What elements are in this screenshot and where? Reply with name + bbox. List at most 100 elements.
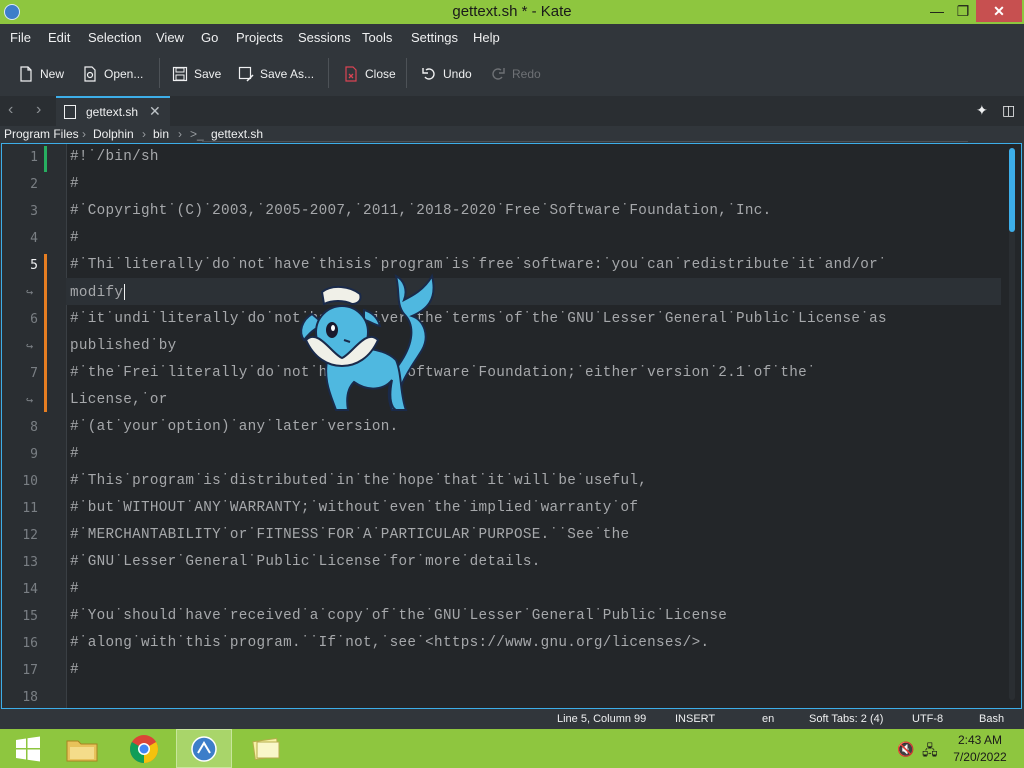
title-bar: gettext.sh * - Kate — ❐ ✕ — [0, 0, 1024, 24]
line-number: 1 — [30, 150, 38, 165]
code-line: #˙the˙Frei˙literally˙do˙not˙have˙ise˙Sof… — [70, 365, 816, 381]
window-title: gettext.sh * - Kate — [452, 3, 572, 20]
breadcrumb-program-files[interactable]: Program Files — [4, 127, 79, 141]
tab-bar: ‹ › gettext.sh ✕ ✦ ◫ — [0, 96, 1024, 126]
menu-go[interactable]: Go — [201, 30, 218, 45]
save-icon — [172, 66, 188, 82]
line-number: 14 — [22, 582, 38, 597]
volume-muted-icon[interactable]: 🔇 — [897, 741, 914, 758]
save-as-button[interactable]: Save As... — [238, 63, 314, 85]
taskbar-file-explorer[interactable] — [54, 729, 110, 768]
code-line: #˙along˙with˙this˙program.˙˙If˙not,˙see˙… — [70, 635, 710, 651]
menu-selection[interactable]: Selection — [88, 30, 141, 45]
code-line: # — [70, 662, 79, 678]
menu-projects[interactable]: Projects — [236, 30, 283, 45]
taskbar: 🔇 🖧 2:43 AM 7/20/2022 — [0, 729, 1024, 768]
toolbar-separator — [328, 58, 329, 88]
undo-icon — [422, 68, 435, 80]
windows-logo-icon — [16, 736, 40, 761]
clock-date[interactable]: 7/20/2022 — [950, 750, 1010, 764]
toolbar-separator — [406, 58, 407, 88]
save-button[interactable]: Save — [172, 63, 221, 85]
menu-settings[interactable]: Settings — [411, 30, 458, 45]
breadcrumb-divider — [202, 141, 968, 142]
line-number: 4 — [30, 231, 38, 246]
saved-line-marker — [44, 146, 47, 172]
document-icon — [64, 105, 76, 119]
menu-edit[interactable]: Edit — [48, 30, 70, 45]
save-as-label: Save As... — [260, 67, 315, 81]
menu-file[interactable]: File — [10, 30, 31, 45]
close-label: Close — [365, 67, 396, 81]
split-view-icon[interactable]: ◫ — [1002, 102, 1015, 119]
breadcrumb-bin[interactable]: bin — [153, 127, 169, 141]
cursor-position[interactable]: Line 5, Column 99 — [557, 713, 646, 725]
open-label: Open... — [104, 67, 144, 81]
menu-tools[interactable]: Tools — [362, 30, 392, 45]
new-label: New — [40, 67, 65, 81]
dictionary-language[interactable]: en — [762, 713, 774, 725]
code-line: #˙MERCHANTABILITY˙or˙FITNESS˙FOR˙A˙PARTI… — [70, 527, 630, 543]
code-line: #˙but˙WITHOUT˙ANY˙WARRANTY;˙without˙even… — [70, 500, 639, 516]
main-toolbar: New Open... Save Save As... Close Undo R… — [0, 50, 1024, 97]
breadcrumb-separator: › — [142, 127, 146, 141]
scrollbar-thumb[interactable] — [1009, 148, 1015, 232]
new-button[interactable]: New — [18, 63, 64, 85]
code-line-current: modify — [70, 284, 126, 301]
wrap-indicator: ↪ — [26, 393, 34, 407]
breadcrumb-gettext-sh[interactable]: gettext.sh — [211, 127, 263, 141]
taskbar-kate[interactable] — [176, 729, 232, 768]
line-number: 7 — [30, 366, 38, 381]
menu-sessions[interactable]: Sessions — [298, 30, 351, 45]
chrome-icon — [130, 734, 158, 763]
clock-time[interactable]: 2:43 AM — [950, 733, 1010, 747]
chevron-right-icon[interactable]: › — [36, 101, 41, 119]
minimize-button[interactable]: — — [922, 0, 952, 22]
chevron-left-icon[interactable]: ‹ — [8, 101, 13, 119]
breadcrumb-dolphin[interactable]: Dolphin — [93, 127, 134, 141]
line-number: 15 — [22, 609, 38, 624]
code-line: # — [70, 446, 79, 462]
start-button[interactable] — [0, 729, 56, 768]
code-line: #˙(at˙your˙option)˙any˙later˙version. — [70, 419, 399, 435]
redo-icon — [492, 68, 505, 80]
network-icon[interactable]: 🖧 — [922, 740, 938, 764]
close-window-button[interactable]: ✕ — [976, 0, 1022, 22]
input-mode[interactable]: INSERT — [675, 713, 715, 725]
tab-close-icon[interactable]: ✕ — [149, 103, 161, 120]
code-line-text: modify — [70, 284, 124, 301]
indentation-settings[interactable]: Soft Tabs: 2 (4) — [809, 713, 883, 725]
terminal-file-icon: >_ — [190, 127, 204, 141]
menu-view[interactable]: View — [156, 30, 184, 45]
taskbar-sticky-notes[interactable] — [238, 729, 294, 768]
line-number: 13 — [22, 555, 38, 570]
file-encoding[interactable]: UTF-8 — [912, 713, 943, 725]
syntax-mode[interactable]: Bash — [979, 713, 1004, 725]
toolbar-separator — [159, 58, 160, 88]
code-line: published˙by — [70, 338, 177, 354]
line-number: 12 — [22, 528, 38, 543]
code-line: #˙Copyright˙(C)˙2003,˙2005-2007,˙2011,˙2… — [70, 203, 772, 219]
line-number: 6 — [30, 312, 38, 327]
line-number: 3 — [30, 204, 38, 219]
code-line: #!˙/bin/sh — [70, 149, 159, 165]
tab-gettext-sh[interactable]: gettext.sh ✕ — [56, 96, 170, 126]
taskbar-chrome[interactable] — [116, 729, 172, 768]
undo-button[interactable]: Undo — [421, 63, 472, 85]
menu-help[interactable]: Help — [473, 30, 500, 45]
code-line: # — [70, 581, 79, 597]
code-line: #˙You˙should˙have˙received˙a˙copy˙of˙the… — [70, 608, 728, 624]
line-number: 18 — [22, 690, 38, 705]
code-line: License,˙or — [70, 392, 168, 408]
open-button[interactable]: Open... — [82, 63, 143, 85]
text-cursor — [124, 284, 126, 300]
code-line: #˙it˙undi˙literally˙do˙not˙have˙thiver˙t… — [70, 311, 887, 327]
restore-button[interactable]: ❐ — [950, 0, 976, 22]
close-button[interactable]: Close — [343, 63, 396, 85]
code-editor[interactable]: 1 2 3 4 5 ↪ 6 ↪ 7 ↪ 8 9 10 11 12 13 14 1… — [1, 143, 1022, 709]
tab-label: gettext.sh — [86, 105, 139, 119]
redo-button[interactable]: Redo — [490, 63, 541, 85]
breadcrumb-separator: › — [178, 127, 182, 141]
breadcrumb-separator: › — [82, 127, 86, 141]
quick-open-icon[interactable]: ✦ — [976, 102, 988, 119]
